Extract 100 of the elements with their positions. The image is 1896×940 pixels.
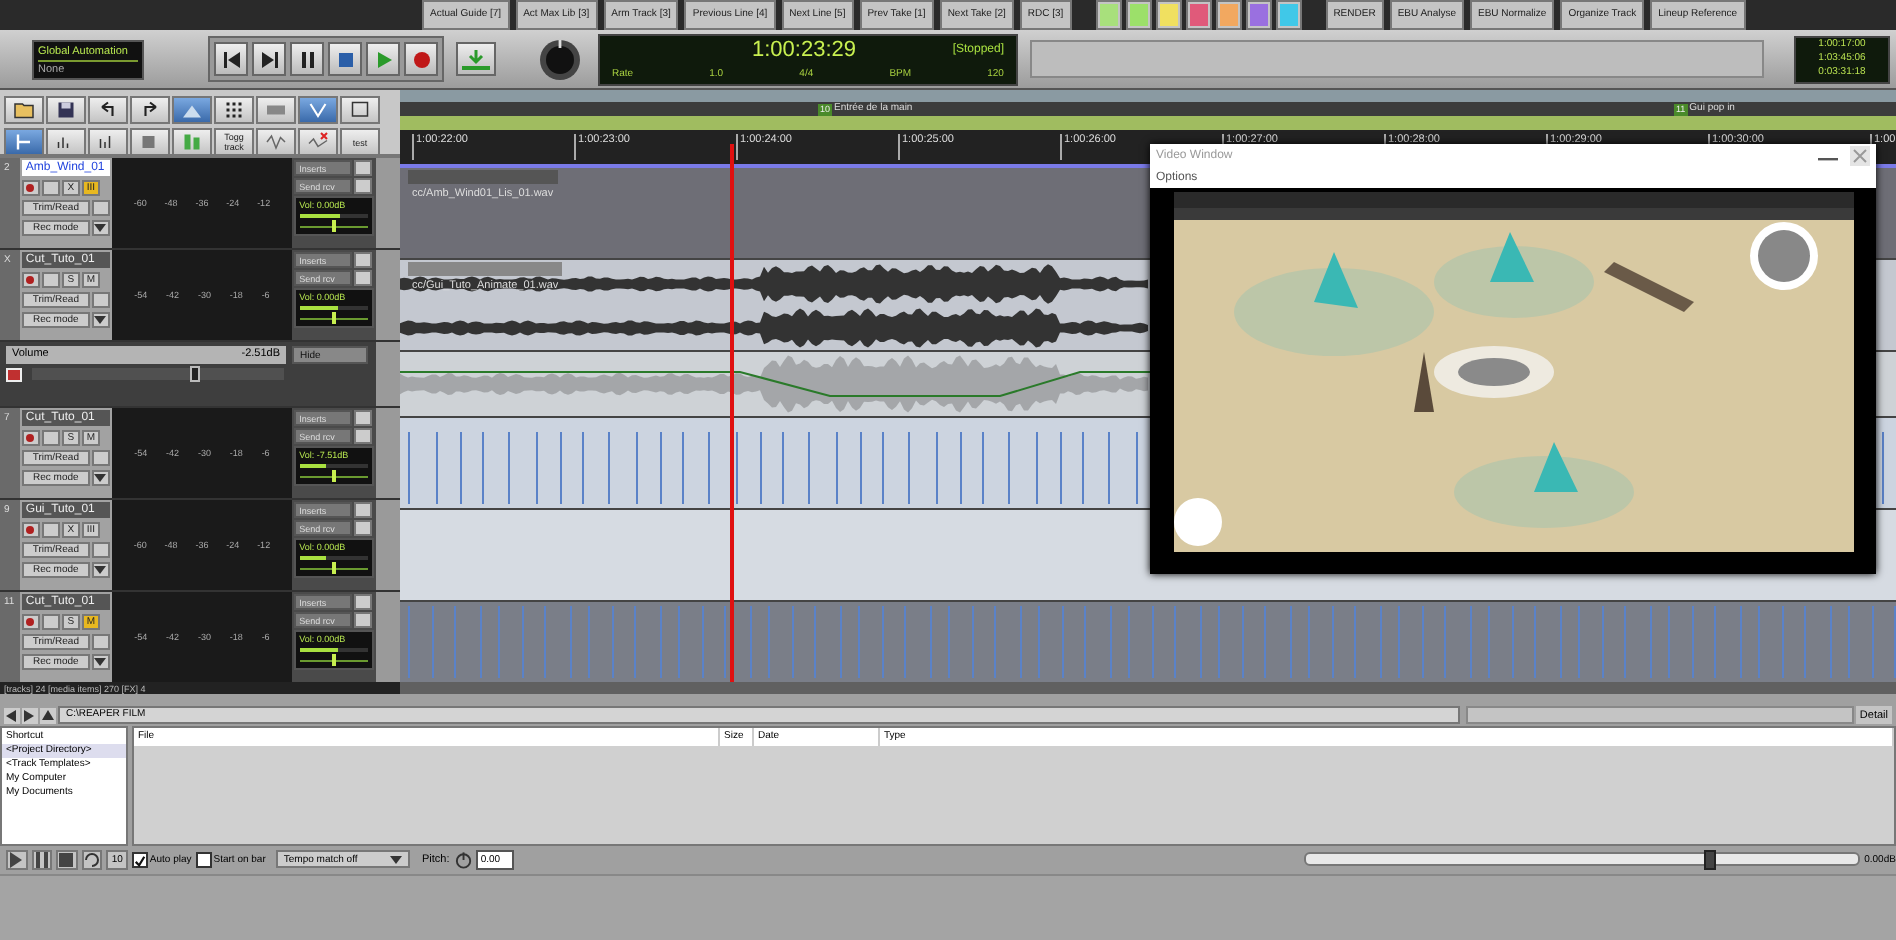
loop-button[interactable] — [81, 849, 103, 869]
caret-icon — [94, 658, 107, 666]
caret-icon — [94, 316, 107, 324]
dropdown-button[interactable] — [91, 654, 110, 670]
power-icon — [453, 849, 473, 869]
back-button[interactable] — [4, 707, 20, 723]
tool-button[interactable] — [88, 96, 128, 124]
record-icon — [409, 47, 433, 71]
monitor-button[interactable] — [41, 272, 60, 288]
frame-icon — [348, 98, 372, 122]
routing-button[interactable] — [353, 520, 372, 536]
play-button[interactable] — [6, 849, 28, 869]
time-readout: 1:00:23:29 — [752, 38, 856, 62]
save-icon — [54, 98, 78, 122]
fader-thumb[interactable] — [190, 366, 201, 382]
meter-icon — [180, 130, 204, 154]
caret-icon — [94, 566, 107, 574]
folder-icon — [12, 98, 36, 122]
color-swatch[interactable] — [1125, 0, 1152, 30]
pause-button[interactable] — [290, 42, 324, 76]
fx-bypass-button[interactable] — [353, 502, 372, 518]
dropdown-button[interactable] — [91, 562, 110, 578]
up-arrow-icon — [41, 709, 54, 721]
stop-icon — [333, 47, 357, 71]
slider-thumb[interactable] — [1703, 850, 1716, 870]
record-arm-button[interactable] — [21, 522, 40, 538]
close-icon — [1852, 148, 1868, 164]
stop-icon — [58, 851, 75, 867]
monitor-button[interactable] — [41, 614, 60, 630]
grid-icon — [222, 98, 246, 122]
pan-thumb[interactable] — [331, 312, 336, 324]
skip-end-button[interactable] — [252, 42, 286, 76]
tool-button[interactable] — [46, 96, 86, 124]
dropdown-button[interactable] — [91, 220, 110, 236]
color-swatch[interactable] — [1185, 0, 1212, 30]
back-arrow-icon — [6, 709, 17, 721]
stop-button[interactable] — [328, 42, 362, 76]
skip-start-button[interactable] — [214, 42, 248, 76]
color-swatch[interactable] — [1275, 0, 1302, 30]
record-arm-button[interactable] — [21, 430, 40, 446]
color-swatch[interactable] — [1095, 0, 1122, 30]
play-icon — [8, 851, 25, 867]
color-swatch[interactable] — [1215, 0, 1242, 30]
tool-button[interactable] — [340, 96, 380, 124]
render-button[interactable] — [456, 42, 496, 76]
forward-arrow-icon — [24, 709, 35, 721]
record-dot-icon — [26, 618, 35, 626]
knob-icon — [538, 37, 582, 81]
record-dot-icon — [26, 184, 35, 192]
waveform-icon — [264, 130, 288, 154]
routing-button[interactable] — [353, 178, 372, 194]
download-icon — [460, 47, 492, 71]
tool-button[interactable] — [214, 96, 254, 124]
redo-icon — [138, 98, 162, 122]
play-button[interactable] — [366, 42, 400, 76]
routing-button[interactable] — [353, 428, 372, 444]
record-dot-icon — [26, 434, 35, 442]
cursor-icon — [12, 130, 36, 154]
skip-start-icon — [219, 47, 243, 71]
fx-bypass-button[interactable] — [353, 252, 372, 268]
pan-thumb[interactable] — [331, 220, 336, 232]
tool-button[interactable] — [4, 96, 44, 124]
routing-button[interactable] — [353, 270, 372, 286]
fx-bypass-button[interactable] — [353, 160, 372, 176]
record-arm-button[interactable] — [21, 614, 40, 630]
undo-icon — [96, 98, 120, 122]
record-dot-icon — [26, 276, 35, 284]
pause-icon — [33, 851, 50, 867]
record-arm-button[interactable] — [21, 272, 40, 288]
monitor-button[interactable] — [41, 430, 60, 446]
skip-end-icon — [257, 47, 281, 71]
caret-icon — [390, 855, 403, 863]
volume-slider[interactable] — [1303, 852, 1861, 866]
record-arm-button[interactable] — [21, 180, 40, 196]
color-swatch[interactable] — [1245, 0, 1272, 30]
caret-icon — [94, 474, 107, 482]
routing-button[interactable] — [353, 612, 372, 628]
monitor-button[interactable] — [41, 522, 60, 538]
record-dot-icon — [26, 526, 35, 534]
pause-button[interactable] — [31, 849, 53, 869]
start-on-bar-checkbox[interactable] — [195, 851, 212, 867]
pan-thumb[interactable] — [331, 654, 336, 666]
color-swatch[interactable] — [1155, 0, 1182, 30]
auto-play-checkbox[interactable] — [131, 851, 148, 867]
stop-button[interactable] — [56, 849, 78, 869]
record-button[interactable] — [404, 42, 438, 76]
caret-icon — [94, 224, 107, 232]
fx-bypass-button[interactable] — [353, 410, 372, 426]
monitor-button[interactable] — [41, 180, 60, 196]
tool-button[interactable] — [88, 128, 128, 156]
pan-thumb[interactable] — [331, 562, 336, 574]
tool-button[interactable] — [130, 96, 170, 124]
filter-field[interactable] — [1466, 706, 1854, 724]
dropdown-button[interactable] — [91, 470, 110, 486]
dropdown-button[interactable] — [91, 312, 110, 328]
fx-bypass-button[interactable] — [353, 594, 372, 610]
chevron-icon — [306, 98, 330, 122]
pan-thumb[interactable] — [331, 470, 336, 482]
envelope-arm-button[interactable] — [6, 368, 22, 382]
up-button[interactable] — [39, 707, 56, 723]
